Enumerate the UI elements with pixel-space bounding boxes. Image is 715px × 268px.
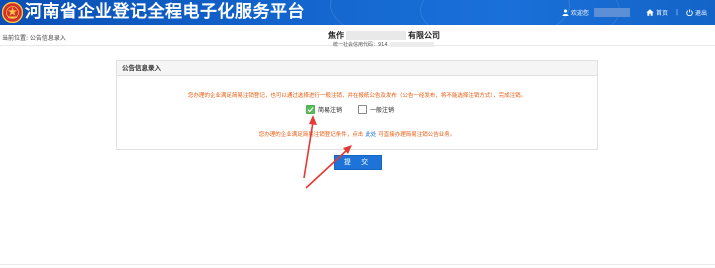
cancellation-type-options: 简易注销 一般注销 [306, 105, 410, 114]
notice-text: 您办理的企业满足简易注销登记，也可以通过选择进行一般注销，并在报纸公告及发布（公… [187, 93, 527, 99]
header-bar: 河南省企业登记全程电子化服务平台 欢迎您 首页 | 退出 [0, 0, 715, 25]
nav-separator: | [675, 9, 678, 16]
logout-label: 退出 [694, 10, 707, 17]
option-general-cancellation[interactable]: 一般注销 [358, 105, 394, 114]
simple-cancellation-checkbox[interactable] [306, 105, 315, 114]
home-icon [646, 9, 654, 16]
simple-cancellation-label: 简易注销 [318, 107, 343, 114]
company-name: 焦作 有限公司 [328, 30, 440, 41]
general-cancellation-label: 一般注销 [370, 107, 395, 114]
welcome-user[interactable]: 欢迎您 [562, 8, 630, 17]
credit-code: 统一社会信用代码：914 [333, 41, 434, 48]
home-link[interactable]: 首页 [646, 8, 668, 17]
breadcrumb: 当前位置: 公告信息录入 [2, 35, 66, 42]
option-simple-cancellation[interactable]: 简易注销 [306, 105, 342, 114]
redacted-credit-code [389, 42, 434, 47]
check-icon [307, 107, 314, 113]
general-cancellation-checkbox[interactable] [358, 105, 368, 114]
logout-link[interactable]: 退出 [686, 8, 707, 17]
welcome-label: 欢迎您 [570, 10, 589, 17]
hint-text: 您办理的企业满足简易注销登记条件，点击 此处 可直接办理简易注销公告业务。 [117, 130, 597, 138]
footer-divider [0, 264, 715, 268]
hint-before: 您办理的企业满足简易注销登记条件，点击 [258, 132, 364, 138]
home-label: 首页 [655, 10, 668, 17]
redacted-company-name [346, 31, 406, 40]
redacted-username [593, 8, 630, 17]
company-name-start: 焦作 [328, 31, 344, 40]
hint-after: 可直接办理简易注销公告业务。 [378, 132, 456, 138]
national-emblem-icon [2, 2, 23, 23]
submit-button[interactable]: 提 交 [334, 155, 382, 170]
panel-title: 公告信息录入 [117, 61, 597, 76]
site-title: 河南省企业登记全程电子化服务平台 [25, 2, 305, 22]
company-name-end: 有限公司 [408, 31, 440, 40]
top-nav: 欢迎您 首页 | 退出 [562, 0, 707, 25]
click-here-link[interactable]: 此处 [365, 132, 376, 138]
announcement-panel: 公告信息录入 您办理的企业满足简易注销登记，也可以通过选择进行一般注销，并在报纸… [116, 60, 598, 150]
credit-code-label: 统一社会信用代码：914 [333, 42, 388, 48]
user-icon [562, 9, 569, 16]
power-icon [686, 9, 693, 16]
